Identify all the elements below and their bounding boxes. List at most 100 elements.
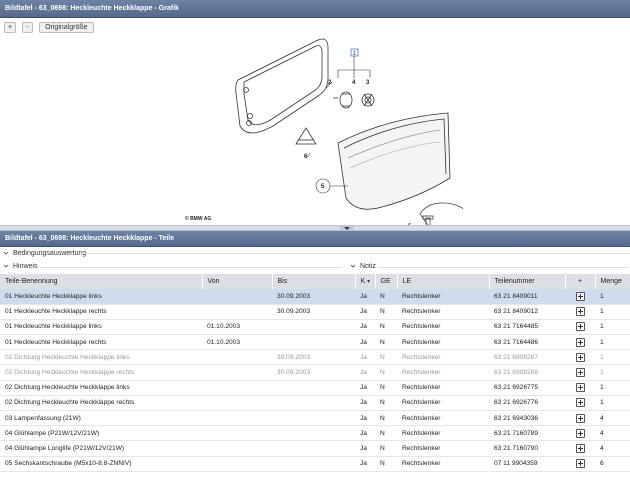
cell-le: Rechtslenker <box>397 456 489 472</box>
cell-part-number: 63 21 7160789 <box>489 425 565 442</box>
add-to-list-icon[interactable] <box>575 398 585 408</box>
panel-splitter[interactable] <box>0 225 630 231</box>
cell-le: Rechtslenker <box>397 410 489 427</box>
add-to-list-icon[interactable] <box>575 428 585 438</box>
add-to-list-icon[interactable] <box>575 322 585 332</box>
splitter-collapse-icon[interactable] <box>340 226 354 230</box>
table-row[interactable]: 04 Glühlampe (P21W/12V/21W) Ja N Rechtslenk… <box>0 425 630 442</box>
col-header-from[interactable]: Von <box>202 274 273 289</box>
cell-part-number: 63 21 6926776 <box>489 395 565 412</box>
cell-quantity: 1 <box>595 380 630 396</box>
callout-4[interactable]: 4 <box>352 80 356 86</box>
cell-from <box>202 304 272 320</box>
table-row[interactable]: 04 Glühlampe Longlife (P21W/12V/21W) Ja N R… <box>0 440 630 457</box>
table-row[interactable]: 03 Lampenfassung (21W) Ja N Rechtslenker 63 … <box>0 410 630 427</box>
cell-le: Rechtslenker <box>397 334 489 351</box>
cell-part-number: 63 21 7160790 <box>489 440 565 457</box>
cell-part-name: 04 Glühlampe Longlife (P21W/12V/21W) <box>0 440 202 457</box>
cell-add <box>565 304 595 320</box>
cell-from: 01.10.2003 <box>202 334 272 351</box>
add-to-list-icon[interactable] <box>575 383 585 393</box>
tail-lamp-drawing <box>337 112 451 210</box>
table-row[interactable]: 01 Heckleuchte Heckklappe links 30.09.200… <box>0 289 630 305</box>
cell-le: Rechtslenker <box>397 289 489 305</box>
col-header-partnumber[interactable]: Teilenummer <box>489 274 566 289</box>
cell-part-name: 01 Heckleuchte Heckklappe links <box>0 289 202 305</box>
table-row[interactable]: 02 Dichtung Heckleuchte Heckklappe links… <box>0 349 630 366</box>
cell-k: Ja <box>355 440 375 457</box>
original-size-button[interactable]: Originalgröße <box>39 22 94 33</box>
callout-6[interactable]: 6 <box>304 154 308 160</box>
cell-ge: N <box>375 410 397 427</box>
parts-diagram[interactable]: 1 2 4 3 6 5 5 <box>178 18 463 225</box>
conditions-label: Bedingungsauswertung <box>12 250 87 257</box>
add-to-list-icon[interactable] <box>575 352 585 362</box>
callout-3[interactable]: 3 <box>366 80 370 86</box>
col-header-name[interactable]: Teile-Benennung <box>0 274 203 289</box>
cell-ge: N <box>375 456 397 472</box>
hint-toggle[interactable]: Hinweis <box>3 260 37 274</box>
zoom-out-button[interactable]: - <box>22 22 34 33</box>
col-header-to[interactable]: Bis <box>272 274 356 289</box>
chevron-down-icon <box>3 264 9 268</box>
cell-k: Ja <box>355 364 375 381</box>
graphic-panel-title: Bildtafel - 63_0698: Heckleuchte Heckkla… <box>0 0 630 18</box>
cell-quantity: 1 <box>595 349 630 366</box>
add-to-list-icon[interactable] <box>575 368 585 378</box>
cell-part-name: 04 Glühlampe (P21W/12V/21W) <box>0 425 202 442</box>
add-to-list-icon[interactable] <box>575 413 585 423</box>
add-to-list-icon[interactable] <box>575 337 585 347</box>
table-row[interactable]: 01 Heckleuchte Heckklappe rechts 01.10.20… <box>0 334 630 351</box>
cell-to: 30.09.2003 <box>272 349 355 366</box>
col-header-add[interactable]: + <box>565 274 596 289</box>
add-to-list-icon[interactable] <box>575 307 585 317</box>
cell-quantity: 4 <box>595 425 630 442</box>
cell-to <box>272 456 355 472</box>
table-row[interactable]: 01 Heckleuchte Heckklappe links 01.10.200… <box>0 319 630 336</box>
cell-le: Rechtslenker <box>397 364 489 381</box>
cell-part-number: 63 21 6926775 <box>489 380 565 396</box>
screw-drawing <box>295 127 317 145</box>
cell-to <box>272 425 355 442</box>
cell-add <box>565 334 595 351</box>
parts-panel-title: Bildtafel - 63_0698: Heckleuchte Heckkla… <box>0 231 630 247</box>
cell-to <box>272 380 355 396</box>
cell-from <box>202 380 272 396</box>
cell-le: Rechtslenker <box>397 349 489 366</box>
add-to-list-icon[interactable] <box>575 459 585 469</box>
cell-part-number: 63 21 7164485 <box>489 319 565 336</box>
zoom-in-button[interactable]: + <box>4 22 17 33</box>
cell-quantity: 1 <box>595 319 630 336</box>
hint-divider <box>40 267 340 268</box>
cell-from <box>202 289 272 305</box>
col-header-le[interactable]: LE <box>397 274 490 289</box>
seal-frame-drawing <box>235 38 329 134</box>
add-to-list-icon[interactable] <box>575 443 585 453</box>
cell-add <box>565 319 595 336</box>
cell-quantity: 4 <box>595 440 630 457</box>
cell-ge: N <box>375 395 397 412</box>
filters-row: Hinweis Notiz <box>0 260 630 274</box>
col-header-k[interactable]: K ▾ <box>355 274 376 289</box>
cell-to <box>272 410 355 427</box>
cell-ge: N <box>375 349 397 366</box>
conditions-section[interactable]: Bedingungsauswertung <box>0 247 630 260</box>
col-header-quantity[interactable]: Menge <box>595 274 630 289</box>
cell-from <box>202 440 272 457</box>
cell-quantity: 6 <box>595 456 630 472</box>
table-row[interactable]: 02 Dichtung Heckleuchte Heckklappe recht… <box>0 395 630 412</box>
table-row[interactable]: 02 Dichtung Heckleuchte Heckklappe recht… <box>0 364 630 381</box>
cell-add <box>565 425 595 442</box>
cell-add <box>565 380 595 396</box>
sort-icon: ▾ <box>367 279 371 285</box>
add-to-list-icon[interactable] <box>575 291 585 301</box>
graphic-panel: + - Originalgröße 1 2 4 3 6 5 © BMW AG <box>0 18 630 225</box>
table-row[interactable]: 02 Dichtung Heckleuchte Heckklappe links… <box>0 380 630 396</box>
table-row[interactable]: 01 Heckleuchte Heckklappe rechts 30.09.20… <box>0 304 630 320</box>
col-header-ge[interactable]: GE <box>375 274 398 289</box>
cell-part-number: 63 21 6943036 <box>489 410 565 427</box>
table-row[interactable]: 05 Sechskantschraube (M5x10-8.8-ZNNIV) Ja… <box>0 456 630 472</box>
section-divider <box>80 253 630 254</box>
cell-ge: N <box>375 319 397 336</box>
note-toggle[interactable]: Notiz <box>350 260 376 274</box>
